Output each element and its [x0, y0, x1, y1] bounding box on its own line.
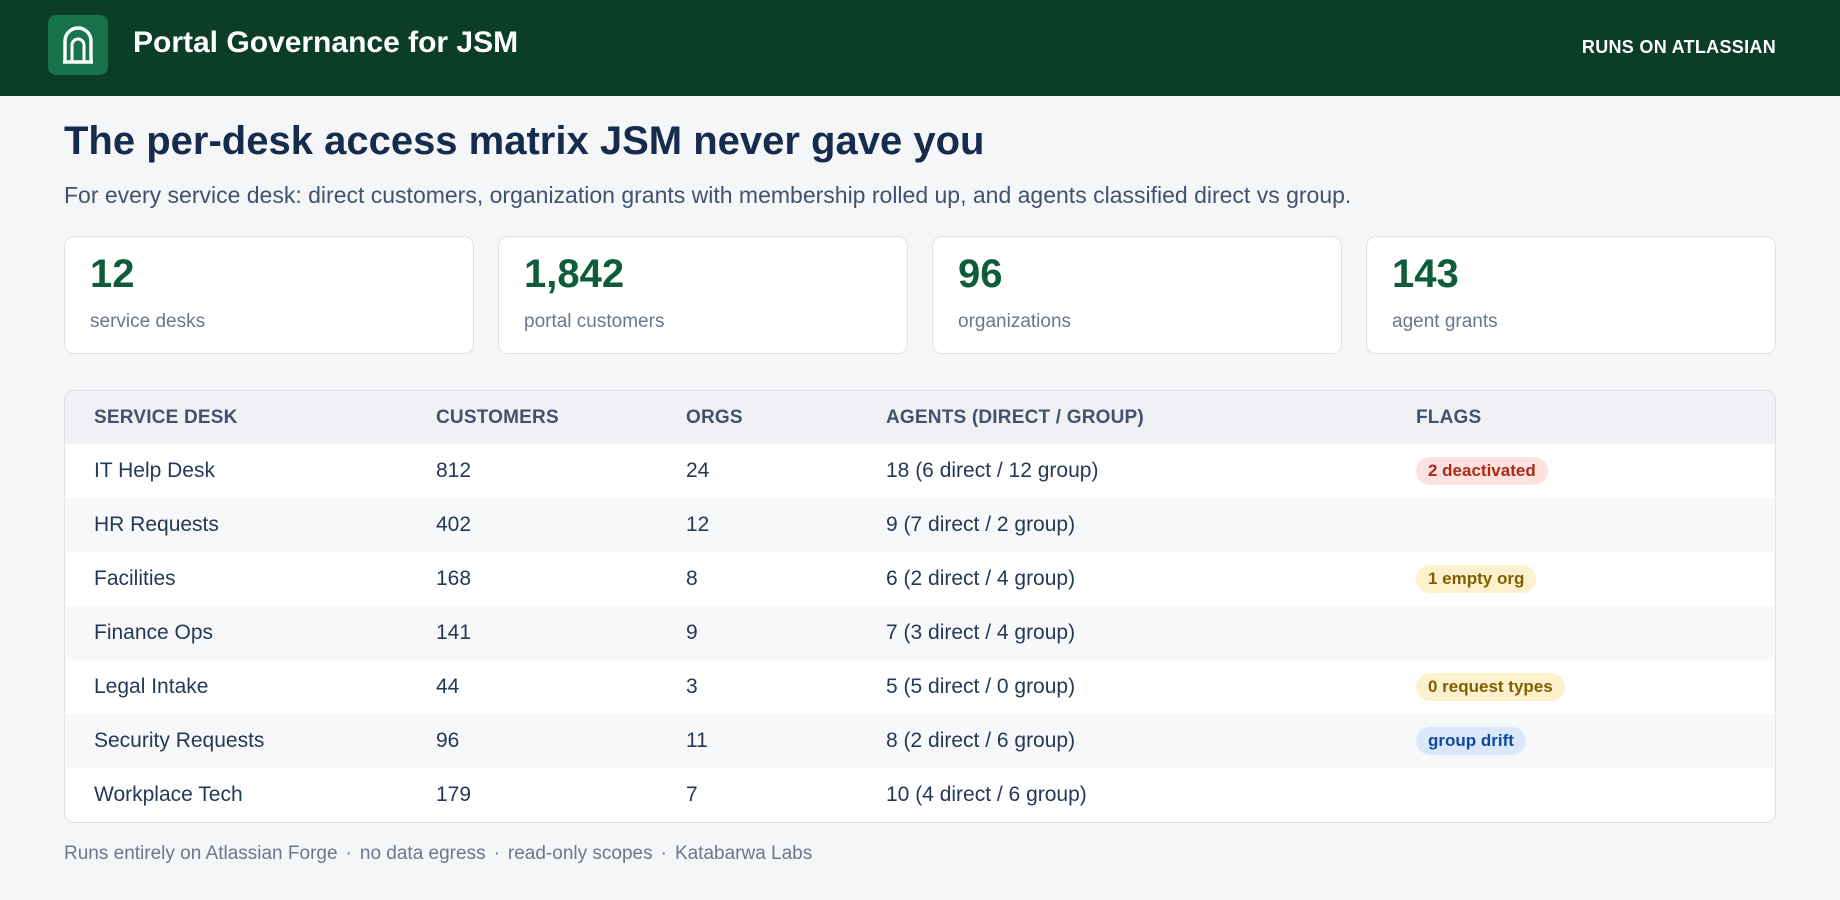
cell-customers: 402 [436, 513, 472, 536]
stat-label: organizations [958, 311, 1072, 332]
page-title: The per-desk access matrix JSM never gav… [64, 119, 985, 163]
footer-separator: · [493, 843, 500, 864]
cell-orgs: 24 [686, 459, 710, 482]
column-header-orgs[interactable]: ORGS [686, 391, 886, 444]
cell-orgs: 8 [686, 567, 698, 590]
column-header-flags[interactable]: FLAGS [1416, 391, 1775, 444]
cell-flags [1416, 498, 1775, 552]
cell-desk: Finance Ops [94, 621, 214, 644]
stat-label: portal customers [524, 311, 665, 332]
top-bar: Portal Governance for JSM RUNS ON ATLASS… [0, 0, 1840, 96]
footer-item: no data egress [359, 843, 486, 864]
stat-label: service desks [90, 311, 206, 332]
cell-desk: HR Requests [94, 513, 219, 536]
column-header-agents[interactable]: AGENTS (DIRECT / GROUP) [886, 391, 1416, 444]
cell-flags [1416, 768, 1775, 822]
footer-item: Katabarwa Labs [674, 843, 813, 864]
stat-value: 1,842 [524, 252, 625, 296]
flag-badge: group drift [1416, 727, 1526, 755]
cell-orgs: 11 [686, 729, 708, 752]
table-row[interactable]: Workplace Tech 179 7 10 (4 direct / 6 gr… [65, 768, 1775, 822]
table-row[interactable]: Legal Intake 44 3 5 (5 direct / 0 group)… [65, 660, 1775, 714]
table-row[interactable]: Facilities 168 8 6 (2 direct / 4 group) … [65, 552, 1775, 606]
cell-orgs: 9 [686, 621, 698, 644]
cell-agents: 7 (3 direct / 4 group) [886, 621, 1076, 644]
runs-on-label: RUNS ON ATLASSIAN [1581, 36, 1776, 57]
stat-card-portal-customers: 1,842 portal customers [498, 236, 908, 354]
cell-orgs: 7 [686, 783, 698, 806]
column-header-customers[interactable]: CUSTOMERS [436, 391, 686, 444]
footer-separator: · [345, 843, 352, 864]
cell-desk: Security Requests [94, 729, 265, 752]
table-row[interactable]: Security Requests 96 11 8 (2 direct / 6 … [65, 714, 1775, 768]
cell-flags: 0 request types [1416, 660, 1775, 714]
cell-customers: 141 [436, 621, 472, 644]
cell-agents: 18 (6 direct / 12 group) [886, 459, 1099, 482]
stat-label: agent grants [1392, 311, 1498, 332]
footer-separator: · [660, 843, 667, 864]
cell-flags: 2 deactivated [1416, 444, 1775, 498]
cell-agents: 9 (7 direct / 2 group) [886, 513, 1076, 536]
cell-agents: 10 (4 direct / 6 group) [886, 783, 1087, 806]
stat-value: 96 [958, 252, 1003, 296]
flag-badge: 1 empty org [1416, 565, 1537, 593]
stats-row: 12 service desks 1,842 portal customers … [64, 236, 1776, 354]
flag-badge: 0 request types [1416, 673, 1565, 701]
page-subtitle: For every service desk: direct customers… [64, 182, 1352, 208]
cell-agents: 8 (2 direct / 6 group) [886, 729, 1076, 752]
cell-customers: 812 [436, 459, 472, 482]
cell-desk: Facilities [94, 567, 176, 590]
app-title: Portal Governance for JSM [133, 26, 519, 59]
portal-arch-icon [48, 15, 108, 75]
cell-orgs: 12 [686, 513, 710, 536]
cell-orgs: 3 [686, 675, 698, 698]
cell-customers: 168 [436, 567, 472, 590]
cell-desk: IT Help Desk [94, 459, 215, 482]
stat-card-service-desks: 12 service desks [64, 236, 474, 354]
table-header-row: SERVICE DESK CUSTOMERS ORGS AGENTS (DIRE… [65, 391, 1775, 444]
cell-customers: 44 [436, 675, 460, 698]
footer-item: read-only scopes [507, 843, 653, 864]
footer-item: Runs entirely on Atlassian Forge [64, 843, 338, 864]
stat-card-agent-grants: 143 agent grants [1366, 236, 1776, 354]
main-content: The per-desk access matrix JSM never gav… [0, 96, 1840, 865]
stat-card-organizations: 96 organizations [932, 236, 1342, 354]
access-matrix-table: SERVICE DESK CUSTOMERS ORGS AGENTS (DIRE… [64, 390, 1776, 823]
table-row[interactable]: Finance Ops 141 9 7 (3 direct / 4 group) [65, 606, 1775, 660]
cell-flags: group drift [1416, 714, 1775, 768]
cell-agents: 5 (5 direct / 0 group) [886, 675, 1076, 698]
stat-value: 143 [1392, 252, 1459, 296]
cell-agents: 6 (2 direct / 4 group) [886, 567, 1076, 590]
cell-desk: Workplace Tech [94, 783, 243, 806]
cell-desk: Legal Intake [94, 675, 209, 698]
column-header-service-desk[interactable]: SERVICE DESK [65, 391, 436, 444]
cell-flags: 1 empty org [1416, 552, 1775, 606]
table-row[interactable]: IT Help Desk 812 24 18 (6 direct / 12 gr… [65, 444, 1775, 498]
table-row[interactable]: HR Requests 402 12 9 (7 direct / 2 group… [65, 498, 1775, 552]
cell-flags [1416, 606, 1775, 660]
footer: Runs entirely on Atlassian Forge · no data… [64, 843, 1776, 865]
cell-customers: 96 [436, 729, 460, 752]
stat-value: 12 [90, 252, 135, 296]
cell-customers: 179 [436, 783, 472, 806]
flag-badge: 2 deactivated [1416, 457, 1548, 485]
